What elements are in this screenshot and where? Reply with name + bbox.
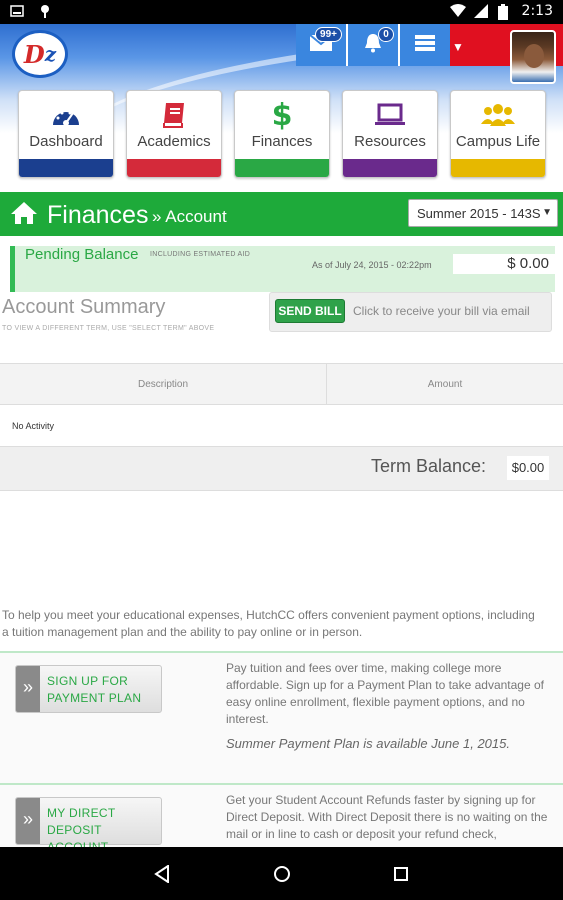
wifi-icon bbox=[449, 4, 466, 18]
app-header: Dz 99+ 0 ▼ Dashboard Academics $ Finance… bbox=[0, 24, 563, 192]
nav-tile-academics[interactable]: Academics bbox=[126, 90, 222, 178]
gauge-icon bbox=[19, 99, 113, 131]
payment-plan-availability: Summer Payment Plan is available June 1,… bbox=[226, 736, 510, 751]
double-chevron-right-icon: » bbox=[16, 798, 40, 844]
system-nav-bar bbox=[0, 847, 563, 900]
screenshot-icon bbox=[10, 4, 24, 18]
term-balance-label: Term Balance: bbox=[371, 456, 487, 476]
notifications-button[interactable]: 0 bbox=[348, 24, 400, 66]
mail-button[interactable]: 99+ bbox=[296, 24, 348, 66]
app-screen: 2:13 Dz 99+ 0 ▼ Dashboard Academics $ Fi… bbox=[0, 0, 563, 900]
direct-deposit-section: » MY DIRECT DEPOSIT ACCOUNT Get your Stu… bbox=[0, 783, 563, 847]
nav-tile-dashboard[interactable]: Dashboard bbox=[18, 90, 114, 178]
pending-balance-amount: $ 0.00 bbox=[453, 254, 557, 274]
caret-down-icon[interactable]: ▼ bbox=[452, 40, 464, 54]
main-nav: Dashboard Academics $ Finances Resources… bbox=[18, 90, 546, 178]
menu-button[interactable] bbox=[400, 24, 452, 66]
pending-balance-panel: Pending Balance INCLUDING ESTIMATED AID … bbox=[10, 246, 557, 292]
home-circle-icon[interactable] bbox=[271, 863, 293, 885]
term-balance-value: $0.00 bbox=[507, 456, 549, 480]
column-header-amount: Amount bbox=[427, 379, 463, 390]
account-summary-hint: TO VIEW A DIFFERENT TERM, USE "SELECT TE… bbox=[2, 325, 215, 332]
dollar-icon: $ bbox=[271, 97, 293, 133]
pending-balance-label: Pending Balance bbox=[25, 246, 139, 263]
send-bill-description: Click to receive your bill via email bbox=[353, 304, 530, 318]
nav-tile-resources[interactable]: Resources bbox=[342, 90, 438, 178]
header-actions: 99+ 0 bbox=[296, 24, 452, 66]
empty-row-text: No Activity bbox=[12, 421, 55, 431]
list-menu-icon bbox=[415, 34, 435, 56]
signal-icon bbox=[473, 4, 488, 18]
payment-options-intro: To help you meet your educational expens… bbox=[2, 608, 535, 639]
status-bar: 2:13 bbox=[0, 0, 563, 24]
mail-count-badge: 99+ bbox=[315, 27, 342, 42]
clock-text: 2:13 bbox=[521, 3, 553, 19]
home-icon[interactable] bbox=[10, 201, 38, 230]
column-header-description: Description bbox=[0, 364, 327, 406]
double-chevron-right-icon: » bbox=[16, 666, 40, 712]
college-logo[interactable]: Dz bbox=[12, 30, 68, 78]
account-activity-table: Description Amount No Activity Term Bala… bbox=[0, 363, 563, 491]
notification-count-badge: 0 bbox=[378, 27, 394, 42]
battery-icon bbox=[497, 4, 512, 20]
direct-deposit-button[interactable]: » MY DIRECT DEPOSIT ACCOUNT bbox=[15, 797, 162, 847]
laptop-icon bbox=[343, 99, 437, 131]
caret-down-icon: ▼ bbox=[542, 207, 552, 218]
breadcrumb: » Account bbox=[152, 207, 227, 226]
book-icon bbox=[127, 99, 221, 131]
nav-tile-campus-life[interactable]: Campus Life bbox=[450, 90, 546, 178]
term-balance-row: Term Balance: $0.00 bbox=[0, 447, 563, 491]
send-bill-button[interactable]: SEND BILL bbox=[275, 299, 345, 323]
send-bill-panel: SEND BILL Click to receive your bill via… bbox=[269, 292, 552, 332]
pending-balance-sublabel: INCLUDING ESTIMATED AID bbox=[150, 251, 251, 258]
table-row: No Activity bbox=[0, 405, 563, 447]
sign-up-payment-plan-button[interactable]: » SIGN UP FOR PAYMENT PLAN bbox=[15, 665, 162, 713]
direct-deposit-description: Get your Student Account Refunds faster … bbox=[226, 793, 548, 841]
pending-balance-date: As of July 24, 2015 - 02:22pm bbox=[312, 260, 432, 270]
people-icon bbox=[451, 99, 545, 131]
user-avatar[interactable] bbox=[510, 30, 556, 84]
back-icon[interactable] bbox=[151, 863, 173, 885]
table-header: Description Amount bbox=[0, 363, 563, 406]
nav-tile-finances[interactable]: $ Finances bbox=[234, 90, 330, 178]
payment-plan-section: » SIGN UP FOR PAYMENT PLAN Pay tuition a… bbox=[0, 651, 563, 783]
page-title: Finances bbox=[47, 201, 149, 229]
account-summary-heading: Account Summary bbox=[2, 296, 166, 318]
location-pin-icon bbox=[38, 4, 52, 18]
recent-apps-icon[interactable] bbox=[390, 863, 412, 885]
payment-plan-description: Pay tuition and fees over time, making c… bbox=[226, 661, 544, 726]
term-select[interactable]: Summer 2015 - 143S ▼ bbox=[408, 199, 558, 227]
